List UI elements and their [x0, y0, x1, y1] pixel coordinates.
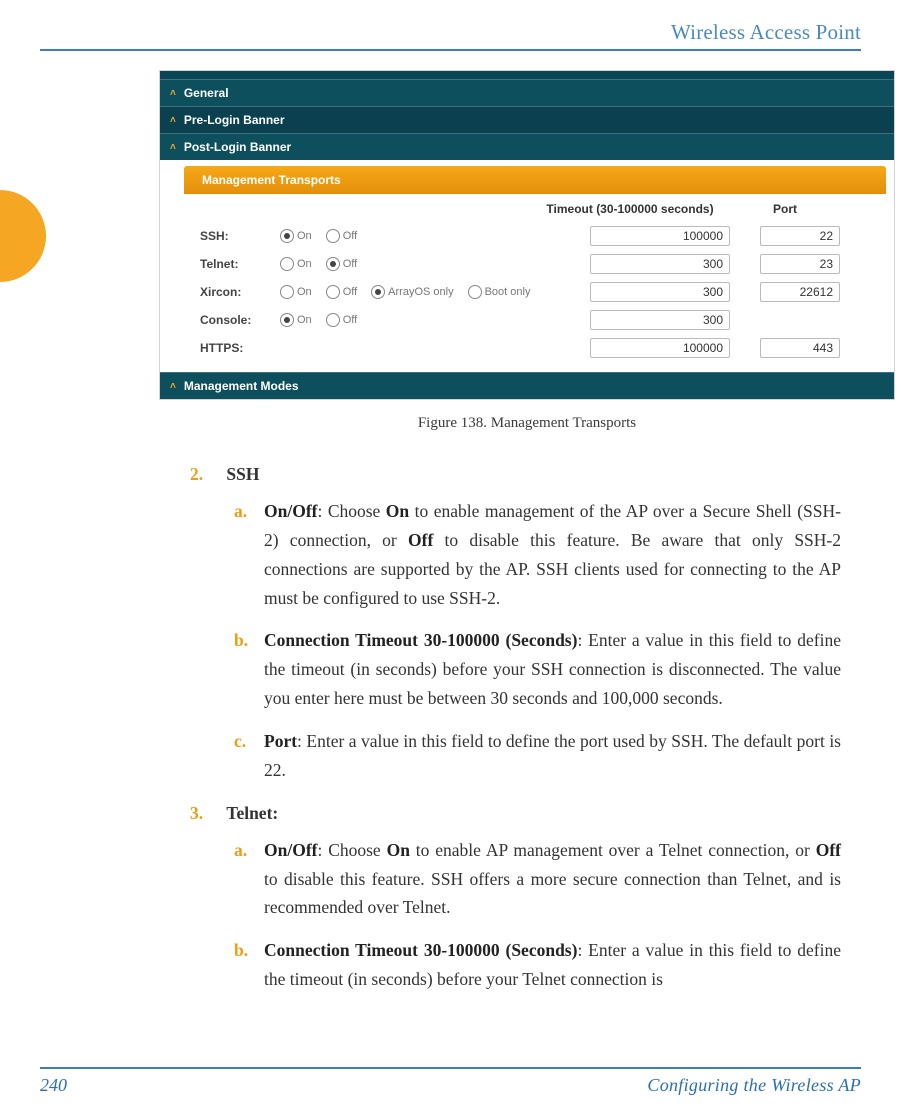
row-label: HTTPS: — [200, 341, 280, 355]
radio-dot-icon — [280, 313, 294, 327]
chevron-up-icon: ˄ — [170, 142, 176, 153]
radio-label: On — [297, 314, 312, 326]
sub-letter: c. — [234, 727, 264, 756]
radio-label: On — [297, 286, 312, 298]
page-number: 240 — [40, 1075, 67, 1096]
transports-table: Timeout (30-100000 seconds) Port SSH:OnO… — [160, 194, 894, 372]
radio-on[interactable]: On — [280, 257, 312, 271]
radio-boot[interactable]: Boot only — [468, 285, 531, 299]
radio-label: Boot only — [485, 286, 531, 298]
accordion-pre-login[interactable]: ˄ Pre-Login Banner — [160, 106, 894, 133]
footer-rule — [40, 1067, 861, 1069]
sub-letter: b. — [234, 936, 264, 965]
radio-on[interactable]: On — [280, 285, 312, 299]
list-title: SSH — [226, 464, 259, 484]
accordion-management-modes[interactable]: ˄ Management Modes — [160, 372, 894, 399]
radio-label: On — [297, 258, 312, 270]
radio-dot-icon — [371, 285, 385, 299]
accordion-label: Management Modes — [184, 379, 299, 393]
row-label: SSH: — [200, 229, 280, 243]
col-timeout: Timeout (30-100000 seconds) — [530, 202, 730, 216]
sub-body: Connection Timeout 30-100000 (Seconds): … — [264, 626, 841, 713]
sub-letter: a. — [234, 836, 264, 865]
radio-off[interactable]: Off — [326, 229, 357, 243]
port-input[interactable] — [760, 254, 840, 274]
list-number: 3. — [190, 799, 222, 828]
row-label: Console: — [200, 313, 280, 327]
radio-label: Off — [343, 314, 357, 326]
section-header: Management Transports — [184, 166, 886, 194]
timeout-input[interactable] — [590, 282, 730, 302]
timeout-input[interactable] — [590, 310, 730, 330]
accordion-label: Pre-Login Banner — [184, 113, 285, 127]
accordion-post-login[interactable]: ˄ Post-Login Banner — [160, 133, 894, 160]
radio-dot-icon — [326, 229, 340, 243]
radio-label: Off — [343, 286, 357, 298]
timeout-input[interactable] — [590, 226, 730, 246]
chevron-up-icon: ˄ — [170, 115, 176, 126]
sub-body: On/Off: Choose On to enable AP managemen… — [264, 836, 841, 923]
footer: 240 Configuring the Wireless AP — [40, 1067, 861, 1096]
radio-dot-icon — [326, 313, 340, 327]
sub-body: Port: Enter a value in this field to def… — [264, 727, 841, 785]
panel-topbar — [160, 71, 894, 79]
header-rule — [40, 49, 861, 51]
accordion-label: Post-Login Banner — [184, 140, 291, 154]
accordion-general[interactable]: ˄ General — [160, 79, 894, 106]
radio-dot-icon — [280, 229, 294, 243]
radio-label: Off — [343, 230, 357, 242]
radio-off[interactable]: Off — [326, 285, 357, 299]
radio-arrayos[interactable]: ArrayOS only — [371, 285, 453, 299]
figure-caption: Figure 138. Management Transports — [160, 415, 894, 432]
accordion-label: General — [184, 86, 229, 100]
radio-dot-icon — [280, 257, 294, 271]
timeout-input[interactable] — [590, 254, 730, 274]
sub-body: On/Off: Choose On to enable management o… — [264, 497, 841, 613]
timeout-input[interactable] — [590, 338, 730, 358]
port-input[interactable] — [760, 226, 840, 246]
table-row: HTTPS: — [200, 334, 876, 362]
side-tab-decoration — [0, 190, 46, 282]
table-row: Console: On Off — [200, 306, 876, 334]
port-input[interactable] — [760, 338, 840, 358]
row-options: On Off ArrayOS only Boot only — [280, 285, 530, 299]
row-label: Telnet: — [200, 257, 280, 271]
radio-label: Off — [343, 258, 357, 270]
table-row: Telnet: On Off — [200, 250, 876, 278]
radio-on[interactable]: On — [280, 313, 312, 327]
radio-on[interactable]: On — [280, 229, 312, 243]
chevron-up-icon: ˄ — [170, 88, 176, 99]
list-number: 2. — [190, 460, 222, 489]
chevron-up-icon: ˄ — [170, 381, 176, 392]
body-text: 2. SSH a. On/Off: Choose On to enable ma… — [190, 460, 841, 994]
row-options: On Off — [280, 229, 530, 243]
sub-body: Connection Timeout 30-100000 (Seconds): … — [264, 936, 841, 994]
header-title: Wireless Access Point — [40, 20, 861, 45]
sub-letter: a. — [234, 497, 264, 526]
radio-dot-icon — [326, 285, 340, 299]
radio-label: ArrayOS only — [388, 286, 453, 298]
list-title: Telnet: — [226, 803, 278, 823]
radio-dot-icon — [280, 285, 294, 299]
screenshot-panel: ˄ General ˄ Pre-Login Banner ˄ Post-Logi… — [160, 71, 894, 399]
radio-label: On — [297, 230, 312, 242]
table-row: SSH: On Off — [200, 222, 876, 250]
radio-off[interactable]: Off — [326, 313, 357, 327]
radio-off[interactable]: Off — [326, 257, 357, 271]
row-label: Xircon: — [200, 285, 280, 299]
sub-letter: b. — [234, 626, 264, 655]
row-options: On Off — [280, 257, 530, 271]
chapter-title: Configuring the Wireless AP — [647, 1075, 861, 1096]
radio-dot-icon — [326, 257, 340, 271]
col-port: Port — [730, 202, 840, 216]
row-options: On Off — [280, 313, 530, 327]
radio-dot-icon — [468, 285, 482, 299]
table-row: Xircon: On Off ArrayOS only Boot only — [200, 278, 876, 306]
port-input[interactable] — [760, 282, 840, 302]
